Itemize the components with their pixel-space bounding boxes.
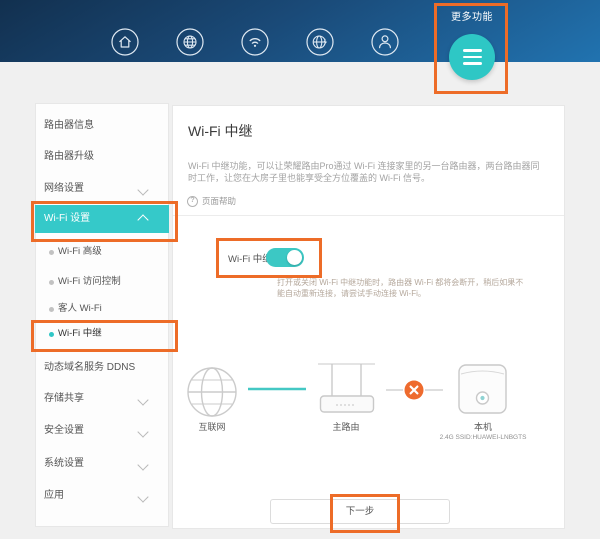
section-divider bbox=[173, 215, 564, 216]
internet-icon[interactable] bbox=[175, 27, 205, 57]
sidebar-item-ddns[interactable]: 动态域名服务 DDNS bbox=[44, 361, 135, 375]
page-title: Wi-Fi 中继 bbox=[188, 121, 253, 141]
user-icon[interactable] bbox=[370, 27, 400, 57]
this-device-icon bbox=[459, 365, 506, 413]
wifi-repeater-toggle[interactable] bbox=[266, 248, 304, 267]
sidebar-item-wifi-access-control[interactable]: Wi-Fi 访问控制 bbox=[58, 275, 121, 289]
bullet-icon bbox=[49, 307, 54, 312]
internet-globe-icon bbox=[188, 368, 236, 416]
network-speed-icon[interactable] bbox=[305, 27, 335, 57]
toggle-hint-text: 打开或关闭 Wi-Fi 中继功能时，路由器 Wi-Fi 都将会断开，稍后如果不 … bbox=[277, 277, 523, 299]
header-bar: 更多功能 bbox=[0, 0, 600, 62]
home-icon[interactable] bbox=[110, 27, 140, 57]
page-help-link[interactable]: ? 页面帮助 bbox=[187, 195, 236, 207]
sidebar-item-storage-sharing[interactable]: 存储共享 bbox=[44, 392, 84, 406]
sidebar-item-wifi-repeater[interactable]: Wi-Fi 中继 bbox=[58, 327, 102, 341]
sidebar-item-apps[interactable]: 应用 bbox=[44, 489, 64, 503]
page-description: Wi-Fi 中继功能，可以让荣耀路由Pro通过 Wi-Fi 连接家里的另一台路由… bbox=[188, 161, 544, 184]
repeater-diagram bbox=[185, 357, 515, 419]
device-ssid-label: 2.4G SSID:HUAWEI-LNBGTS bbox=[420, 434, 546, 441]
sidebar-item-system-settings[interactable]: 系统设置 bbox=[44, 457, 84, 471]
sidebar-item-wifi-settings[interactable]: Wi-Fi 设置 bbox=[35, 205, 169, 233]
main-router-icon bbox=[318, 364, 375, 412]
more-functions-menu-button[interactable] bbox=[449, 34, 495, 80]
this-device-label: 本机 2.4G SSID:HUAWEI-LNBGTS bbox=[420, 420, 546, 441]
sidebar-item-label: Wi-Fi 设置 bbox=[44, 205, 90, 233]
bullet-icon bbox=[49, 280, 54, 285]
sidebar-item-router-info[interactable]: 路由器信息 bbox=[44, 119, 94, 133]
sidebar-item-wifi-advanced[interactable]: Wi-Fi 高级 bbox=[58, 245, 102, 259]
sidebar-item-guest-wifi[interactable]: 客人 Wi-Fi bbox=[58, 302, 102, 316]
internet-label: 互联网 bbox=[172, 420, 252, 433]
toggle-knob bbox=[287, 250, 302, 265]
disconnected-x-icon bbox=[405, 381, 424, 400]
wifi-icon[interactable] bbox=[240, 27, 270, 57]
next-step-button[interactable]: 下一步 bbox=[270, 499, 450, 524]
help-icon: ? bbox=[187, 196, 198, 207]
hamburger-icon bbox=[463, 49, 482, 52]
sidebar-item-security-settings[interactable]: 安全设置 bbox=[44, 424, 84, 438]
bullet-icon bbox=[49, 250, 54, 255]
sidebar-item-network-settings[interactable]: 网络设置 bbox=[44, 182, 84, 196]
main-router-label: 主路由 bbox=[306, 420, 386, 433]
bullet-active-icon bbox=[49, 332, 54, 337]
page-help-label: 页面帮助 bbox=[202, 195, 236, 207]
more-functions-label: 更多功能 bbox=[440, 8, 504, 23]
sidebar-item-router-upgrade[interactable]: 路由器升级 bbox=[44, 150, 94, 164]
